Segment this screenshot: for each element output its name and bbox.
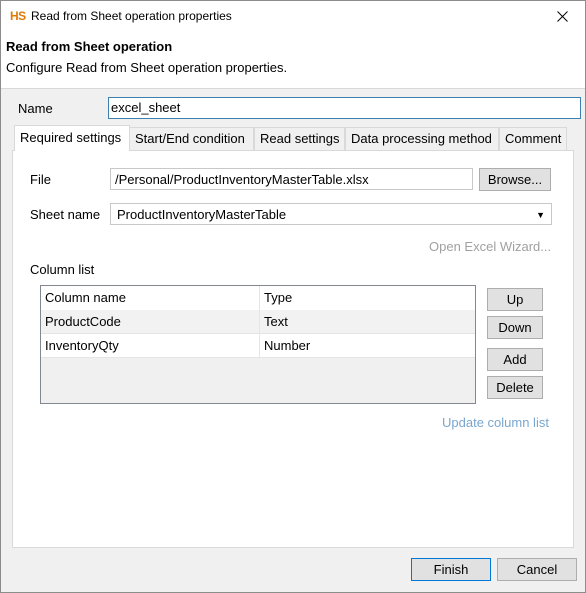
cancel-button[interactable]: Cancel — [497, 558, 577, 581]
table-cell-type: Number — [259, 334, 475, 358]
table-row[interactable]: ProductCode Text — [41, 310, 475, 334]
tab-start-end-condition[interactable]: Start/End condition — [129, 127, 254, 150]
sheet-name-select[interactable]: ProductInventoryMasterTable ▼ — [110, 203, 552, 225]
close-button[interactable] — [539, 1, 585, 32]
header-title: Read from Sheet operation — [6, 39, 173, 54]
name-label: Name — [18, 101, 53, 116]
table-cell-column-name: InventoryQty — [41, 334, 259, 358]
table-cell-type: Text — [259, 310, 475, 334]
up-button[interactable]: Up — [487, 288, 543, 311]
tab-read-settings[interactable]: Read settings — [254, 127, 345, 150]
sheet-name-value: ProductInventoryMasterTable — [117, 207, 287, 222]
table-row[interactable]: InventoryQty Number — [41, 334, 475, 358]
sheet-name-label: Sheet name — [30, 207, 101, 222]
dropdown-arrow-icon: ▼ — [536, 210, 545, 220]
table-cell-column-name: ProductCode — [41, 310, 259, 334]
finish-button[interactable]: Finish — [411, 558, 491, 581]
tab-comment[interactable]: Comment — [499, 127, 567, 150]
column-header-type[interactable]: Type — [259, 286, 475, 310]
file-path-input[interactable]: /Personal/ProductInventoryMasterTable.xl… — [110, 168, 473, 190]
delete-button[interactable]: Delete — [487, 376, 543, 399]
name-input[interactable]: excel_sheet — [108, 97, 581, 119]
open-excel-wizard-link[interactable]: Open Excel Wizard... — [429, 239, 551, 254]
down-button[interactable]: Down — [487, 316, 543, 339]
header-divider — [1, 88, 585, 89]
update-column-list-link[interactable]: Update column list — [442, 415, 549, 430]
tab-data-processing-method[interactable]: Data processing method — [345, 127, 499, 150]
dialog-window: HS Read from Sheet operation properties … — [0, 0, 586, 593]
app-icon: HS — [10, 9, 26, 23]
column-list-label: Column list — [30, 262, 95, 277]
tab-required-settings[interactable]: Required settings — [14, 125, 130, 151]
header-description: Configure Read from Sheet operation prop… — [6, 60, 288, 75]
close-icon — [556, 11, 568, 22]
column-list-table: Column name Type ProductCode Text Invent… — [40, 285, 476, 404]
file-label: File — [30, 172, 51, 187]
dialog-header: Read from Sheet operation Configure Read… — [1, 32, 585, 88]
table-header: Column name Type — [41, 286, 475, 311]
add-button[interactable]: Add — [487, 348, 543, 371]
window-title: Read from Sheet operation properties — [31, 9, 232, 23]
title-bar: HS Read from Sheet operation properties — [1, 1, 585, 32]
column-header-name[interactable]: Column name — [41, 286, 259, 310]
browse-button[interactable]: Browse... — [479, 168, 551, 191]
